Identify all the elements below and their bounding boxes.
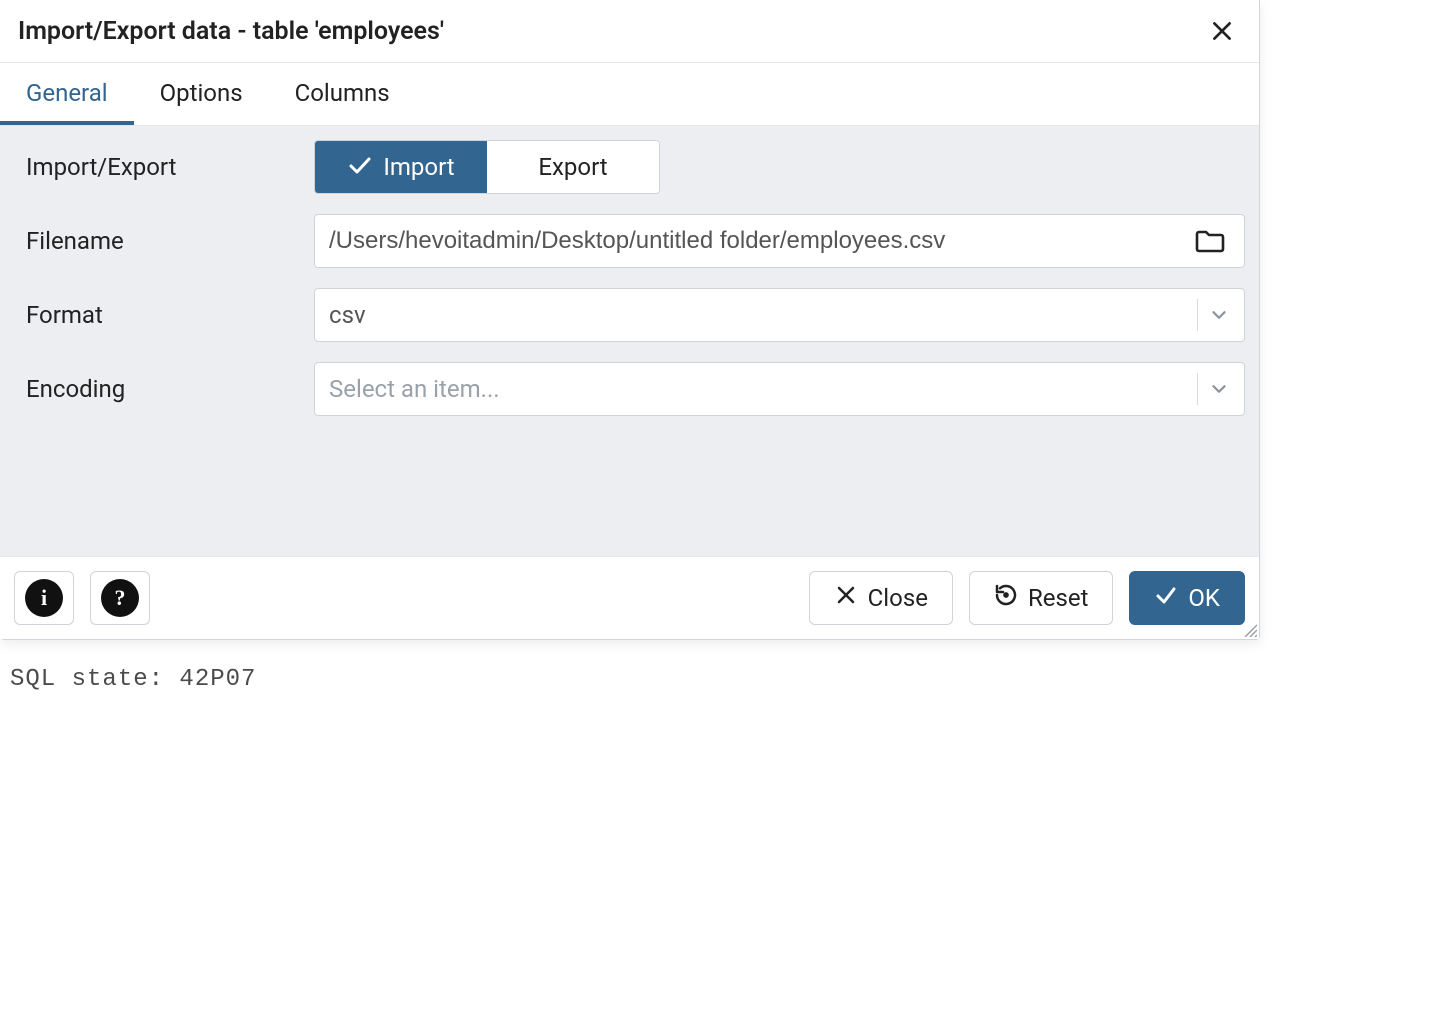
help-button[interactable]: ? bbox=[90, 571, 150, 625]
filename-field bbox=[314, 214, 1245, 268]
tabs: General Options Columns bbox=[0, 63, 1259, 126]
close-button[interactable]: Close bbox=[809, 571, 953, 625]
form-body: Import/Export Import Export bbox=[0, 126, 1259, 556]
toggle-import-export: Import Export bbox=[314, 140, 660, 194]
chevron-down-icon bbox=[1208, 304, 1230, 326]
dialog-header: Import/Export data - table 'employees' bbox=[0, 0, 1259, 63]
row-encoding: Encoding Select an item... bbox=[14, 362, 1245, 416]
check-icon bbox=[347, 153, 373, 181]
resize-grip-icon[interactable] bbox=[1241, 621, 1257, 637]
toggle-export-label: Export bbox=[538, 153, 607, 181]
info-button[interactable]: i bbox=[14, 571, 74, 625]
reset-button[interactable]: Reset bbox=[969, 571, 1113, 625]
label-format: Format bbox=[14, 301, 314, 329]
import-export-dialog: Import/Export data - table 'employees' G… bbox=[0, 0, 1260, 640]
toggle-export[interactable]: Export bbox=[487, 141, 659, 193]
label-import-export: Import/Export bbox=[14, 153, 314, 181]
chevron-down-icon bbox=[1208, 378, 1230, 400]
tab-general[interactable]: General bbox=[0, 63, 134, 125]
info-icon: i bbox=[25, 579, 63, 617]
ok-button-label: OK bbox=[1188, 584, 1220, 612]
select-separator bbox=[1197, 373, 1198, 405]
help-icon: ? bbox=[101, 579, 139, 617]
select-separator bbox=[1197, 299, 1198, 331]
encoding-select[interactable]: Select an item... bbox=[314, 362, 1245, 416]
dialog-footer: i ? Close bbox=[0, 556, 1259, 639]
row-filename: Filename bbox=[14, 214, 1245, 268]
tab-options[interactable]: Options bbox=[134, 63, 269, 125]
footer-left: i ? bbox=[14, 571, 150, 625]
sql-state-text: SQL state: 42P07 bbox=[0, 640, 1440, 719]
footer-right: Close Reset OK bbox=[809, 571, 1245, 625]
filename-input[interactable] bbox=[329, 227, 1190, 255]
format-select[interactable]: csv bbox=[314, 288, 1245, 342]
tab-columns[interactable]: Columns bbox=[269, 63, 416, 125]
format-value: csv bbox=[329, 301, 1187, 329]
x-icon bbox=[834, 583, 858, 613]
reset-button-label: Reset bbox=[1028, 584, 1088, 612]
check-icon bbox=[1154, 583, 1178, 613]
folder-icon[interactable] bbox=[1190, 224, 1230, 258]
row-import-export: Import/Export Import Export bbox=[14, 140, 1245, 194]
close-button-label: Close bbox=[868, 584, 928, 612]
encoding-placeholder: Select an item... bbox=[329, 375, 1187, 403]
close-icon[interactable] bbox=[1205, 14, 1239, 48]
label-encoding: Encoding bbox=[14, 375, 314, 403]
reset-icon bbox=[994, 583, 1018, 613]
row-format: Format csv bbox=[14, 288, 1245, 342]
dialog-title: Import/Export data - table 'employees' bbox=[18, 17, 444, 46]
label-filename: Filename bbox=[14, 227, 314, 255]
toggle-import[interactable]: Import bbox=[315, 141, 487, 193]
toggle-import-label: Import bbox=[383, 153, 454, 181]
ok-button[interactable]: OK bbox=[1129, 571, 1245, 625]
